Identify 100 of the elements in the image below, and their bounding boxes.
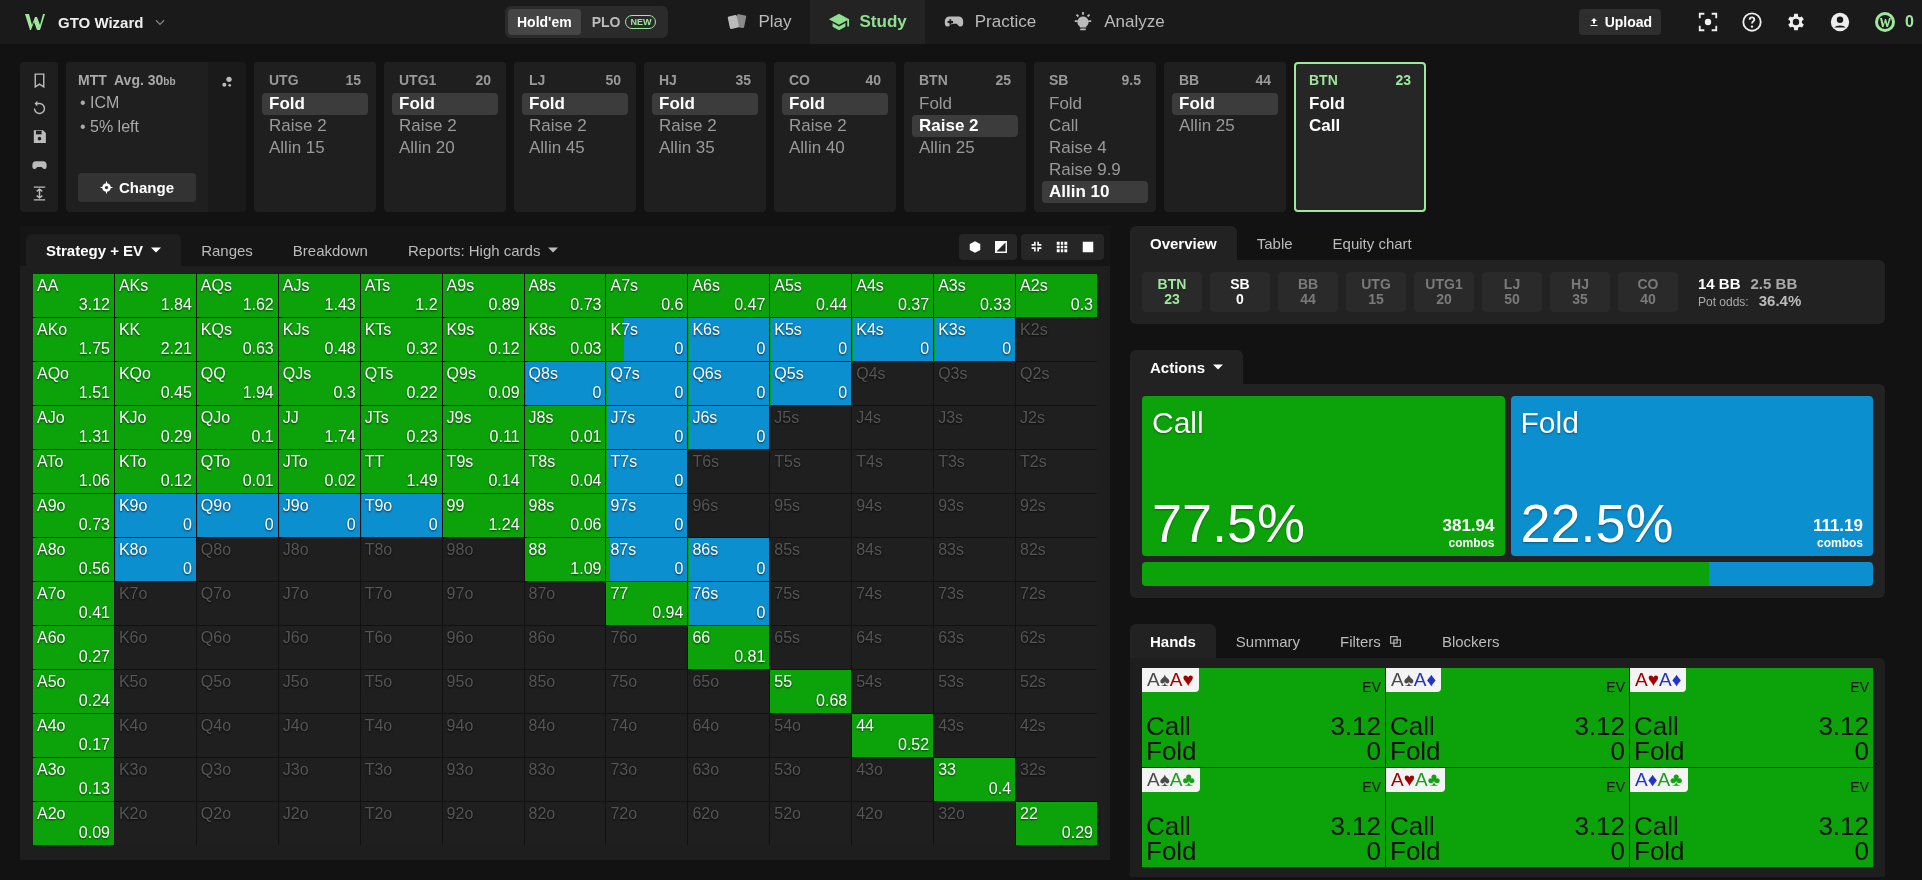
hand-cell[interactable]: A2s 0.3 [1016, 274, 1097, 317]
game-option[interactable]: PLO NEW [582, 9, 666, 35]
hand-cell[interactable]: QTs 0.22 [360, 362, 442, 405]
hand-cell[interactable]: J9s 0.11 [442, 406, 524, 449]
position-card[interactable]: HJ 35 Fold Raise 2 Allin 35 [644, 62, 766, 212]
panel-tab[interactable]: Summary [1215, 624, 1321, 658]
hand-cell[interactable]: A4o 0.17 [33, 714, 114, 757]
hand-cell[interactable]: AQs 1.62 [196, 274, 278, 317]
view-tab[interactable]: Ranges [181, 234, 273, 266]
hand-cell[interactable]: KJo 0.29 [114, 406, 196, 449]
hand-cell[interactable]: 88 1.09 [524, 538, 606, 581]
hand-cell[interactable]: A8s 0.73 [524, 274, 606, 317]
hand-cell[interactable]: 55 0.68 [770, 670, 852, 713]
hand-cell[interactable]: J7s 0 [606, 406, 688, 449]
action-option[interactable]: Raise 2 [262, 115, 368, 137]
action-option[interactable]: Raise 2 [522, 115, 628, 137]
hand-cell[interactable]: ATs 1.2 [360, 274, 442, 317]
action-option[interactable]: Raise 2 [392, 115, 498, 137]
hand-cell[interactable]: AKo 1.75 [33, 318, 114, 361]
action-tile[interactable]: Call 77.5% 381.94 combos [1142, 396, 1505, 556]
hand-cell[interactable]: 33 0.4 [934, 758, 1016, 801]
hand-card[interactable]: A♠A♦ EV Call 3.12 Fold 0 [1386, 668, 1629, 767]
hand-cell[interactable]: 76s 0 [688, 582, 770, 625]
action-option[interactable]: Fold [782, 93, 888, 115]
position-card[interactable]: BTN 25 Fold Raise 2 Allin 25 [904, 62, 1026, 212]
hand-cell[interactable]: 98s 0.06 [524, 494, 606, 537]
action-option[interactable]: Raise 4 [1042, 137, 1148, 159]
hand-cell[interactable]: A2o 0.09 [33, 802, 114, 845]
hand-cell[interactable]: Q5s 0 [770, 362, 852, 405]
hand-cell[interactable]: T9s 0.14 [442, 450, 524, 493]
change-button[interactable]: Change [78, 173, 196, 202]
action-option[interactable]: Allin 25 [1172, 115, 1278, 137]
hand-cell[interactable]: KQs 0.63 [196, 318, 278, 361]
hand-cell[interactable]: K3s 0 [934, 318, 1016, 361]
panel-tab[interactable]: Overview [1130, 226, 1237, 260]
hand-cell[interactable]: KQo 0.45 [114, 362, 196, 405]
hand-card[interactable]: A♠A♥ EV Call 3.12 Fold 0 [1142, 668, 1385, 767]
hand-cell[interactable]: 87s 0 [606, 538, 688, 581]
hand-cell[interactable]: KK 2.21 [114, 318, 196, 361]
game-option[interactable]: Hold'em [508, 9, 581, 35]
scan-icon[interactable] [1697, 11, 1720, 33]
square-icon[interactable] [1081, 240, 1095, 254]
hand-cell[interactable]: ATo 1.06 [33, 450, 114, 493]
action-option[interactable]: Fold [1042, 93, 1148, 115]
action-option[interactable]: Raise 2 [652, 115, 758, 137]
hand-cell[interactable]: J6s 0 [688, 406, 770, 449]
seat-chip[interactable]: LJ 50 [1482, 272, 1542, 312]
nav-tab[interactable]: Practice [924, 0, 1055, 44]
action-option[interactable]: Allin 10 [1042, 181, 1148, 203]
hand-cell[interactable]: K9s 0.12 [442, 318, 524, 361]
hand-cell[interactable]: QTo 0.01 [196, 450, 278, 493]
hand-cell[interactable]: 77 0.94 [606, 582, 688, 625]
panel-tab[interactable]: Table [1236, 226, 1313, 260]
hand-cell[interactable]: K5s 0 [770, 318, 852, 361]
action-option[interactable]: Raise 2 [782, 115, 888, 137]
contrast-icon[interactable] [994, 240, 1008, 254]
hand-cell[interactable]: A6o 0.27 [33, 626, 114, 669]
hand-cell[interactable]: A3s 0.33 [934, 274, 1016, 317]
action-option[interactable]: Fold [522, 93, 628, 115]
hand-cell[interactable]: A5o 0.24 [33, 670, 114, 713]
dots-icon[interactable] [219, 74, 235, 90]
hand-cell[interactable]: 86s 0 [688, 538, 770, 581]
hand-cell[interactable]: A4s 0.37 [852, 274, 934, 317]
hand-cell[interactable]: K8s 0.03 [524, 318, 606, 361]
hand-card[interactable]: A♦A♣ EV Call 3.12 Fold 0 [1630, 768, 1873, 867]
hand-cell[interactable]: 97s 0 [606, 494, 688, 537]
position-card[interactable]: UTG 15 Fold Raise 2 Allin 15 [254, 62, 376, 212]
action-option[interactable]: Call [1042, 115, 1148, 137]
view-tab[interactable]: Strategy + EV [26, 234, 182, 266]
hand-cell[interactable]: J9o 0 [278, 494, 360, 537]
action-option[interactable]: Allin 35 [652, 137, 758, 159]
hand-cell[interactable]: Q9o 0 [196, 494, 278, 537]
hand-cell[interactable]: JTo 0.02 [278, 450, 360, 493]
hand-card[interactable]: A♠A♣ EV Call 3.12 Fold 0 [1142, 768, 1385, 867]
hand-cell[interactable]: Q9s 0.09 [442, 362, 524, 405]
action-option[interactable]: Fold [392, 93, 498, 115]
actions-dropdown[interactable]: Actions [1130, 350, 1243, 384]
hand-cell[interactable]: A9o 0.73 [33, 494, 114, 537]
brand-name[interactable]: GTO Wizard [58, 13, 144, 31]
hand-cell[interactable]: AJs 1.43 [278, 274, 360, 317]
hand-cell[interactable]: QJo 0.1 [196, 406, 278, 449]
action-option[interactable]: Allin 15 [262, 137, 368, 159]
position-card[interactable]: SB 9.5 Fold Call Raise 4 Raise 9.9 Allin 10 [1034, 62, 1156, 212]
help-icon[interactable] [1741, 11, 1764, 33]
hand-cell[interactable]: AKs 1.84 [114, 274, 196, 317]
seat-chip[interactable]: BB 44 [1278, 272, 1338, 312]
hand-cell[interactable]: AJo 1.31 [33, 406, 114, 449]
action-tile[interactable]: Fold 22.5% 111.19 combos [1510, 396, 1873, 556]
hand-cell[interactable]: K6s 0 [688, 318, 770, 361]
grid-icon[interactable] [1055, 240, 1069, 254]
view-tab[interactable]: Breakdown [272, 234, 388, 266]
view-tab[interactable]: Reports: High cards [387, 234, 579, 266]
hand-cell[interactable]: 66 0.81 [688, 626, 770, 669]
cube-icon[interactable] [968, 240, 982, 254]
position-card[interactable]: LJ 50 Fold Raise 2 Allin 45 [514, 62, 636, 212]
panel-tab[interactable]: Blockers [1421, 624, 1520, 658]
hand-cell[interactable]: A7o 0.41 [33, 582, 114, 625]
seat-chip[interactable]: BTN 23 [1142, 272, 1202, 312]
action-option[interactable]: Fold [1172, 93, 1278, 115]
action-option[interactable]: Fold [1302, 93, 1418, 115]
